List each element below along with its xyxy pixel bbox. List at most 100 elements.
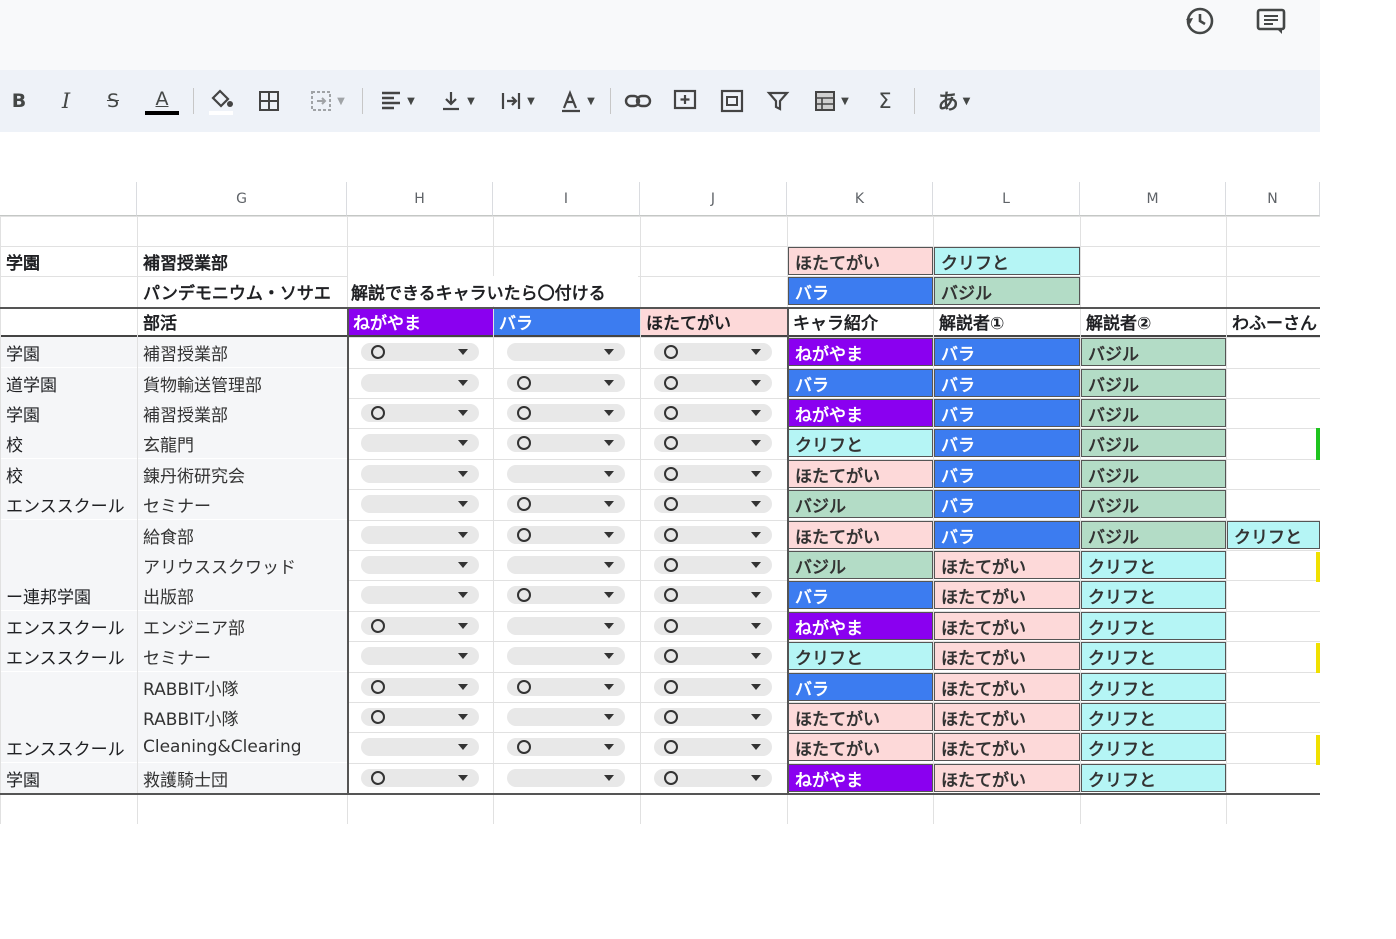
commentator-2-cell[interactable]: バジル [1081,429,1226,457]
character-intro-cell[interactable]: ほたてがい [788,460,933,488]
filter-icon[interactable] [763,83,793,119]
character-intro-cell[interactable]: ねがやま [788,612,933,640]
commentator-1-cell[interactable]: ほたてがい [934,612,1080,640]
commentator-2-cell[interactable]: クリフと [1081,612,1226,640]
club-cell[interactable]: アリウススクワッド [138,550,347,580]
commentator-2-cell[interactable]: クリフと [1081,642,1226,670]
dropdown-arrow-icon[interactable] [458,592,468,598]
commentator-1-cell[interactable]: ほたてがい [934,642,1080,670]
school-cell[interactable]: エンススクール [1,489,137,519]
instruction-note[interactable]: 解説できるキャラいたら〇付ける [348,276,638,306]
school-cell[interactable] [1,672,137,702]
dropdown-arrow-icon[interactable] [751,501,761,507]
school-cell[interactable]: エンススクール [1,611,137,641]
club-cell[interactable]: セミナー [138,489,347,519]
commentator-1-cell[interactable]: バラ [934,490,1080,518]
character-intro-cell[interactable]: ねがやま [788,764,933,792]
comment-icon[interactable] [1254,4,1288,38]
history-icon[interactable] [1183,4,1217,38]
character-intro-cell[interactable]: バラ [788,581,933,609]
legend-clift[interactable]: クリフと [934,247,1080,275]
character-intro-cell[interactable]: クリフと [788,429,933,457]
character-intro-cell[interactable]: ねがやま [788,399,933,427]
insert-chart-icon[interactable] [717,83,747,119]
commentator-2-cell[interactable]: バジル [1081,338,1226,366]
merge-cells-icon[interactable]: ▼ [302,83,352,119]
school-cell[interactable] [1,550,137,580]
sheet-title-cell[interactable]: パンデモニウム・ソサエ [138,276,347,306]
dropdown-arrow-icon[interactable] [604,532,614,538]
functions-button[interactable]: Σ [870,83,900,119]
commentator-1-cell[interactable]: ほたてがい [934,733,1080,761]
dropdown-arrow-icon[interactable] [458,714,468,720]
commentator-2-cell[interactable]: バジル [1081,460,1226,488]
dropdown-arrow-icon[interactable] [458,744,468,750]
dropdown-arrow-icon[interactable] [604,471,614,477]
club-cell[interactable]: 補習授業部 [138,398,347,428]
dropdown-arrow-icon[interactable] [458,684,468,690]
column-header-h[interactable]: H [347,182,493,216]
commentator-2-cell[interactable]: バジル [1081,490,1226,518]
legend-bara[interactable]: バラ [788,277,933,305]
character-intro-cell[interactable]: バジル [788,490,933,518]
character-intro-cell[interactable]: ほたてがい [788,733,933,761]
bold-button[interactable]: B [8,83,30,119]
dropdown-arrow-icon[interactable] [458,653,468,659]
commentator-1-cell[interactable]: バラ [934,369,1080,397]
club-cell[interactable]: 救護騎士団 [138,763,347,793]
commentator-2-cell[interactable]: クリフと [1081,733,1226,761]
dropdown-arrow-icon[interactable] [604,744,614,750]
school-cell[interactable]: 学園 [1,337,137,367]
dropdown-arrow-icon[interactable] [604,684,614,690]
character-intro-cell[interactable]: ほたてがい [788,521,933,549]
commentator-1-cell[interactable]: ほたてがい [934,581,1080,609]
insert-link-icon[interactable] [622,83,654,119]
commentator-2-cell[interactable]: クリフと [1081,703,1226,731]
dropdown-arrow-icon[interactable] [751,562,761,568]
school-cell[interactable]: 校 [1,459,137,489]
wafusan-cell[interactable]: クリフと [1227,521,1320,549]
commentator-2-cell[interactable]: クリフと [1081,581,1226,609]
school-cell[interactable]: ー連邦学園 [1,580,137,610]
dropdown-arrow-icon[interactable] [751,744,761,750]
dropdown-arrow-icon[interactable] [751,623,761,629]
dropdown-arrow-icon[interactable] [458,471,468,477]
dropdown-arrow-icon[interactable] [751,775,761,781]
club-cell[interactable]: エンジニア部 [138,611,347,641]
character-intro-cell[interactable]: バジル [788,551,933,579]
dropdown-arrow-icon[interactable] [604,562,614,568]
dropdown-arrow-icon[interactable] [751,471,761,477]
column-header-i[interactable]: I [493,182,640,216]
school-cell[interactable]: 学園 [1,763,137,793]
dropdown-arrow-icon[interactable] [751,380,761,386]
dropdown-arrow-icon[interactable] [458,380,468,386]
commentator-2-cell[interactable]: クリフと [1081,764,1226,792]
dropdown-arrow-icon[interactable] [751,532,761,538]
commentator-2-cell[interactable]: クリフと [1081,673,1226,701]
dropdown-arrow-icon[interactable] [458,623,468,629]
commentator-1-cell[interactable]: ほたてがい [934,764,1080,792]
dropdown-arrow-icon[interactable] [751,349,761,355]
club-cell[interactable]: 錬丹術研究会 [138,459,347,489]
character-intro-cell[interactable]: バラ [788,673,933,701]
column-header-n[interactable]: N [1226,182,1320,216]
column-header-g[interactable]: G [137,182,347,216]
dropdown-arrow-icon[interactable] [751,410,761,416]
commentator-1-cell[interactable]: バラ [934,338,1080,366]
school-cell[interactable]: 校 [1,428,137,458]
insert-comment-icon[interactable] [670,83,700,119]
school-cell[interactable] [1,702,137,732]
text-rotation-icon[interactable]: ▼ [554,83,600,119]
commentator-2-cell[interactable]: バジル [1081,369,1226,397]
club-cell[interactable]: セミナー [138,641,347,671]
character-intro-cell[interactable]: バラ [788,369,933,397]
club-cell[interactable]: RABBIT小隊 [138,672,347,702]
legend-hotategai[interactable]: ほたてがい [788,247,933,275]
column-header-m[interactable]: M [1080,182,1226,216]
dropdown-arrow-icon[interactable] [604,380,614,386]
horizontal-align-icon[interactable]: ▼ [374,83,420,119]
commentator-1-cell[interactable]: バラ [934,521,1080,549]
commentator-1-cell[interactable]: ほたてがい [934,673,1080,701]
fill-color-icon[interactable] [205,83,237,119]
dropdown-arrow-icon[interactable] [458,775,468,781]
